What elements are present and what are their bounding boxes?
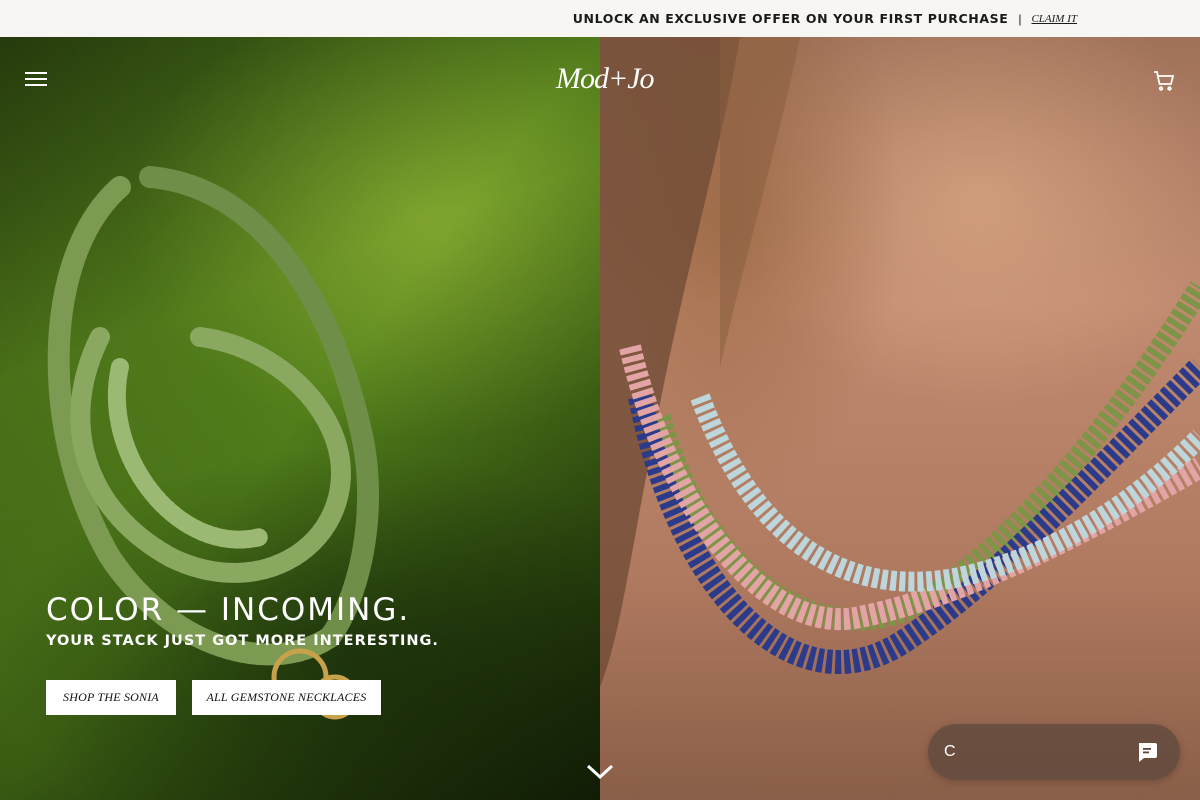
- hero-banner: Mod+Jo COLOR — INCOMING. YOUR STACK JUST…: [0, 37, 1200, 800]
- announcement-bar: UNLOCK AN EXCLUSIVE OFFER ON YOUR FIRST …: [0, 0, 1200, 37]
- chevron-down-icon[interactable]: [586, 763, 614, 781]
- chat-text: C: [944, 743, 956, 760]
- hamburger-menu-icon[interactable]: [25, 72, 47, 88]
- brand-logo[interactable]: Mod+Jo: [550, 60, 655, 102]
- announcement-text: UNLOCK AN EXCLUSIVE OFFER ON YOUR FIRST …: [572, 11, 1009, 26]
- logo-text: Mod+Jo: [556, 62, 655, 95]
- hero-image-right: [600, 37, 1200, 800]
- announcement-separator: |: [1018, 11, 1022, 26]
- chat-widget[interactable]: C: [928, 724, 1180, 780]
- hero-headline: COLOR — INCOMING.: [46, 592, 411, 628]
- shopping-bag-icon[interactable]: [1152, 69, 1176, 93]
- chat-bubble-icon: [1136, 741, 1158, 763]
- all-gemstone-necklaces-button[interactable]: ALL GEMSTONE NECKLACES: [192, 680, 381, 715]
- claim-offer-link[interactable]: CLAIM IT: [1031, 13, 1077, 25]
- shop-the-sonia-button[interactable]: SHOP THE SONIA: [46, 680, 176, 715]
- hero-subline: YOUR STACK JUST GOT MORE INTERESTING.: [46, 633, 439, 649]
- model-necklace-illustration: [600, 37, 1200, 687]
